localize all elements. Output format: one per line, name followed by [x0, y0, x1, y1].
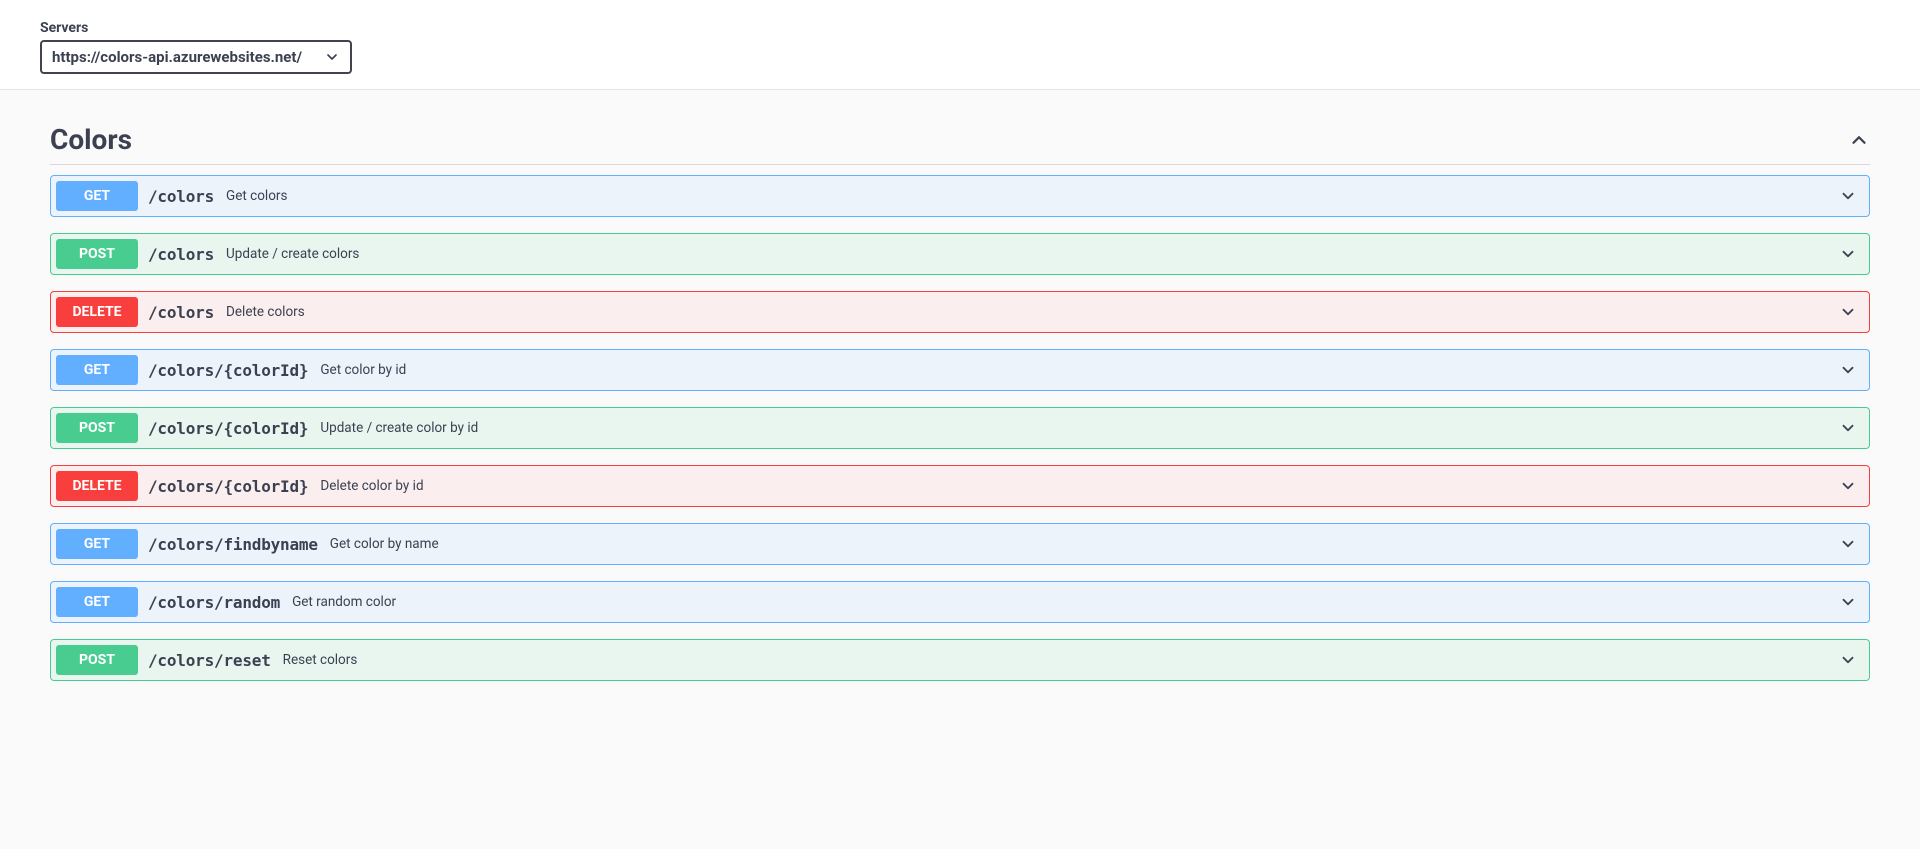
servers-section: Servers https://colors-api.azurewebsites… [0, 0, 1920, 89]
operation-row[interactable]: POST/colors/reset Reset colors [50, 639, 1870, 681]
method-badge: POST [56, 413, 138, 443]
operation-summary: Get colors [226, 188, 287, 204]
operation-row[interactable]: GET/colors/random Get random color [50, 581, 1870, 623]
chevron-down-icon [1839, 477, 1857, 495]
method-badge: DELETE [56, 471, 138, 501]
operation-row[interactable]: DELETE/colors Delete colors [50, 291, 1870, 333]
operation-summary: Update / create colors [226, 246, 359, 262]
method-badge: POST [56, 239, 138, 269]
operation-path: /colors/reset [148, 651, 271, 670]
tag-title: Colors [50, 123, 132, 156]
operation-row[interactable]: POST/colors/{colorId} Update / create col… [50, 407, 1870, 449]
operation-summary: Reset colors [283, 652, 358, 668]
chevron-down-icon [1839, 535, 1857, 553]
operation-path: /colors/findbyname [148, 535, 318, 554]
method-badge: GET [56, 587, 138, 617]
operation-path: /colors [148, 303, 214, 322]
operations-list: GET/colors Get colors POST/colors Update / … [50, 175, 1870, 681]
chevron-up-icon [1848, 129, 1870, 151]
operation-row[interactable]: GET/colors/findbyname Get color by name [50, 523, 1870, 565]
method-badge: POST [56, 645, 138, 675]
operation-row[interactable]: POST/colors Update / create colors [50, 233, 1870, 275]
operation-path: /colors/{colorId} [148, 419, 308, 438]
main-content: Colors GET/colors Get colors POST/colors Up… [0, 89, 1920, 849]
operation-path: /colors/{colorId} [148, 361, 308, 380]
server-selected-text: https://colors-api.azurewebsites.net/ [52, 48, 302, 66]
operation-path: /colors [148, 245, 214, 264]
operation-row[interactable]: GET/colors Get colors [50, 175, 1870, 217]
operation-summary: Get color by id [320, 362, 406, 378]
operation-row[interactable]: DELETE/colors/{colorId} Delete color by i… [50, 465, 1870, 507]
chevron-down-icon [1839, 245, 1857, 263]
operation-summary: Update / create color by id [320, 420, 478, 436]
operation-row[interactable]: GET/colors/{colorId} Get color by id [50, 349, 1870, 391]
operation-summary: Delete color by id [320, 478, 423, 494]
method-badge: GET [56, 529, 138, 559]
chevron-down-icon [1839, 187, 1857, 205]
chevron-down-icon [1839, 303, 1857, 321]
servers-label: Servers [40, 20, 1880, 36]
method-badge: GET [56, 355, 138, 385]
server-select[interactable]: https://colors-api.azurewebsites.net/ [40, 40, 352, 74]
method-badge: DELETE [56, 297, 138, 327]
method-badge: GET [56, 181, 138, 211]
chevron-down-icon [324, 49, 340, 65]
chevron-down-icon [1839, 361, 1857, 379]
operation-path: /colors/{colorId} [148, 477, 308, 496]
operation-summary: Get random color [292, 594, 396, 610]
tag-header[interactable]: Colors [50, 115, 1870, 165]
chevron-down-icon [1839, 593, 1857, 611]
operation-path: /colors [148, 187, 214, 206]
chevron-down-icon [1839, 419, 1857, 437]
operation-summary: Delete colors [226, 304, 305, 320]
operation-summary: Get color by name [330, 536, 439, 552]
chevron-down-icon [1839, 651, 1857, 669]
operation-path: /colors/random [148, 593, 280, 612]
